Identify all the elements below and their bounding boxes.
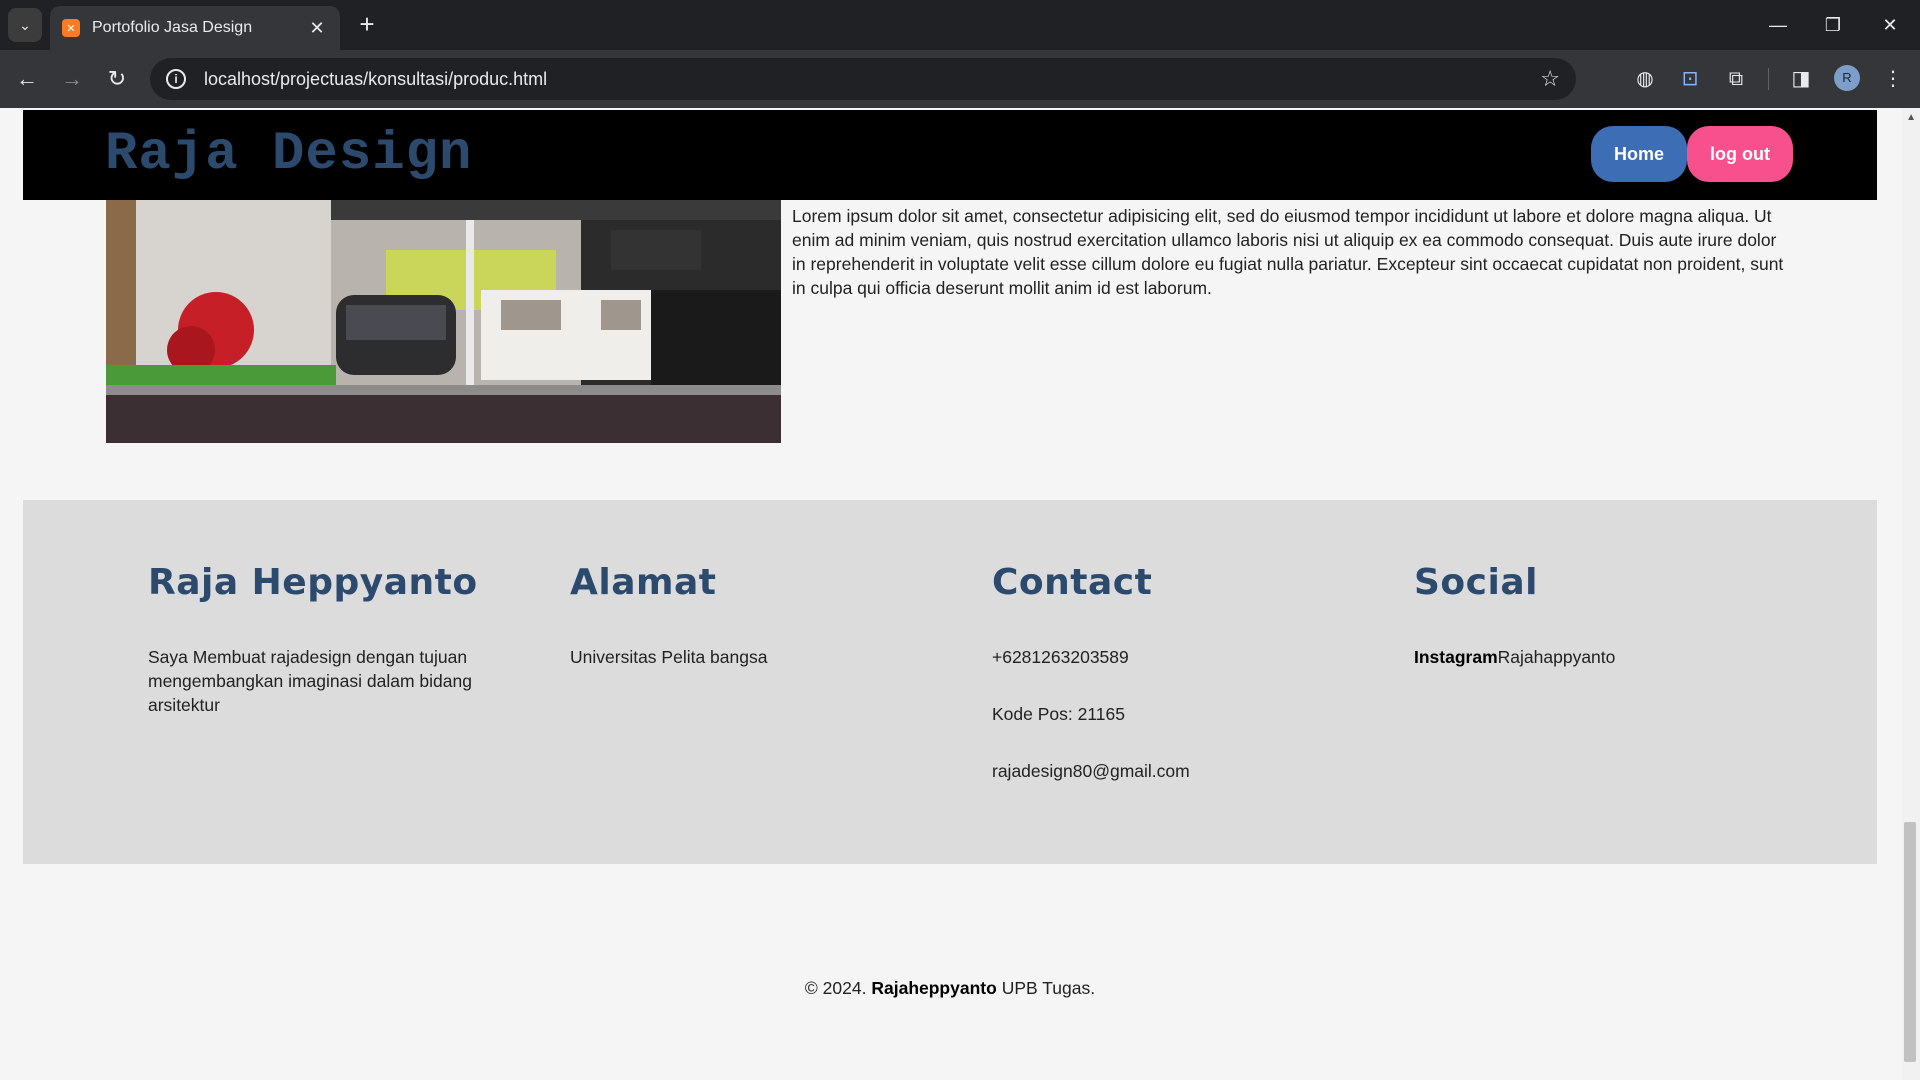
site-header: Raja Design Home log out (23, 110, 1877, 200)
about-title: Raja Heppyanto (148, 562, 478, 603)
toolbar-divider (1768, 68, 1769, 90)
copyright-suffix: UPB Tugas. (1001, 978, 1096, 998)
window-close-icon[interactable]: ✕ (1870, 8, 1910, 42)
page-scrollbar[interactable]: ▲ (1902, 108, 1920, 1080)
extensions-icon[interactable]: ⧉ (1721, 64, 1751, 94)
social-handle[interactable]: Rajahappyanto (1498, 647, 1616, 667)
social-label: Instagram (1414, 647, 1498, 667)
profile-avatar[interactable]: R (1834, 65, 1860, 91)
restore-icon[interactable]: ❐ (1813, 8, 1853, 42)
close-tab-icon[interactable]: ✕ (306, 18, 328, 39)
copyright-name: Rajaheppyanto (871, 978, 997, 998)
bookmark-star-icon[interactable]: ☆ (1540, 66, 1560, 92)
scroll-up-icon[interactable]: ▲ (1906, 112, 1916, 123)
about-text: Saya Membuat rajadesign dengan tujuan me… (148, 647, 472, 715)
social-title: Social (1414, 562, 1538, 603)
browser-tab[interactable]: ✕ Portofolio Jasa Design ✕ (50, 6, 340, 50)
url-text[interactable]: localhost/projectuas/konsultasi/produc.h… (204, 69, 1540, 90)
site-info-icon[interactable]: i (166, 69, 186, 89)
page-viewport: Raja Design Home log out Lorem ipsum dol… (0, 108, 1920, 1080)
forward-icon[interactable]: → (54, 61, 90, 97)
site-brand[interactable]: Raja Design (105, 124, 472, 185)
new-tab-icon[interactable]: + (352, 10, 382, 40)
footer-contact: Contact +6281263203589 Kode Pos: 21165 r… (992, 562, 1352, 816)
tab-search-icon[interactable]: ⌄ (8, 8, 42, 42)
contact-title: Contact (992, 562, 1153, 603)
menu-icon[interactable]: ⋮ (1878, 64, 1908, 94)
scroll-thumb[interactable] (1904, 822, 1916, 1062)
home-button[interactable]: Home (1591, 126, 1687, 182)
back-icon[interactable]: ← (9, 61, 45, 97)
address-title: Alamat (570, 562, 717, 603)
footer-address: Alamat Universitas Pelita bangsa (570, 562, 930, 702)
house-render-image (106, 200, 781, 443)
contact-phone: +6281263203589 (992, 647, 1129, 667)
address-text: Universitas Pelita bangsa (570, 647, 768, 667)
tab-title: Portofolio Jasa Design (92, 19, 253, 36)
translate-icon[interactable]: ⊡ (1675, 64, 1705, 94)
contact-postal: Kode Pos: 21165 (992, 704, 1125, 724)
reload-icon[interactable]: ↻ (99, 61, 135, 97)
tab-strip: ⌄ ✕ Portofolio Jasa Design ✕ + — ❐ ✕ (0, 0, 1920, 50)
side-panel-icon[interactable]: ◨ (1786, 64, 1816, 94)
globe-icon[interactable]: ◍ (1630, 64, 1660, 94)
copyright-prefix: © 2024. (804, 978, 867, 998)
copyright-line: © 2024. Rajaheppyanto UPB Tugas. (0, 978, 1900, 999)
logout-button[interactable]: log out (1687, 126, 1793, 182)
footer-panel: Raja Heppyanto Saya Membuat rajadesign d… (23, 500, 1877, 864)
minimize-icon[interactable]: — (1758, 8, 1798, 42)
address-bar[interactable]: i localhost/projectuas/konsultasi/produc… (150, 58, 1576, 100)
social-line: InstagramRajahappyanto (1414, 645, 1774, 669)
footer-social: Social InstagramRajahappyanto (1414, 562, 1774, 702)
browser-toolbar: ← → ↻ i localhost/projectuas/konsultasi/… (0, 50, 1920, 108)
contact-email: rajadesign80@gmail.com (992, 761, 1190, 781)
intro-text: Lorem ipsum dolor sit amet, consectetur … (792, 206, 1784, 298)
xampp-favicon-icon: ✕ (62, 19, 80, 37)
footer-about: Raja Heppyanto Saya Membuat rajadesign d… (148, 562, 508, 750)
